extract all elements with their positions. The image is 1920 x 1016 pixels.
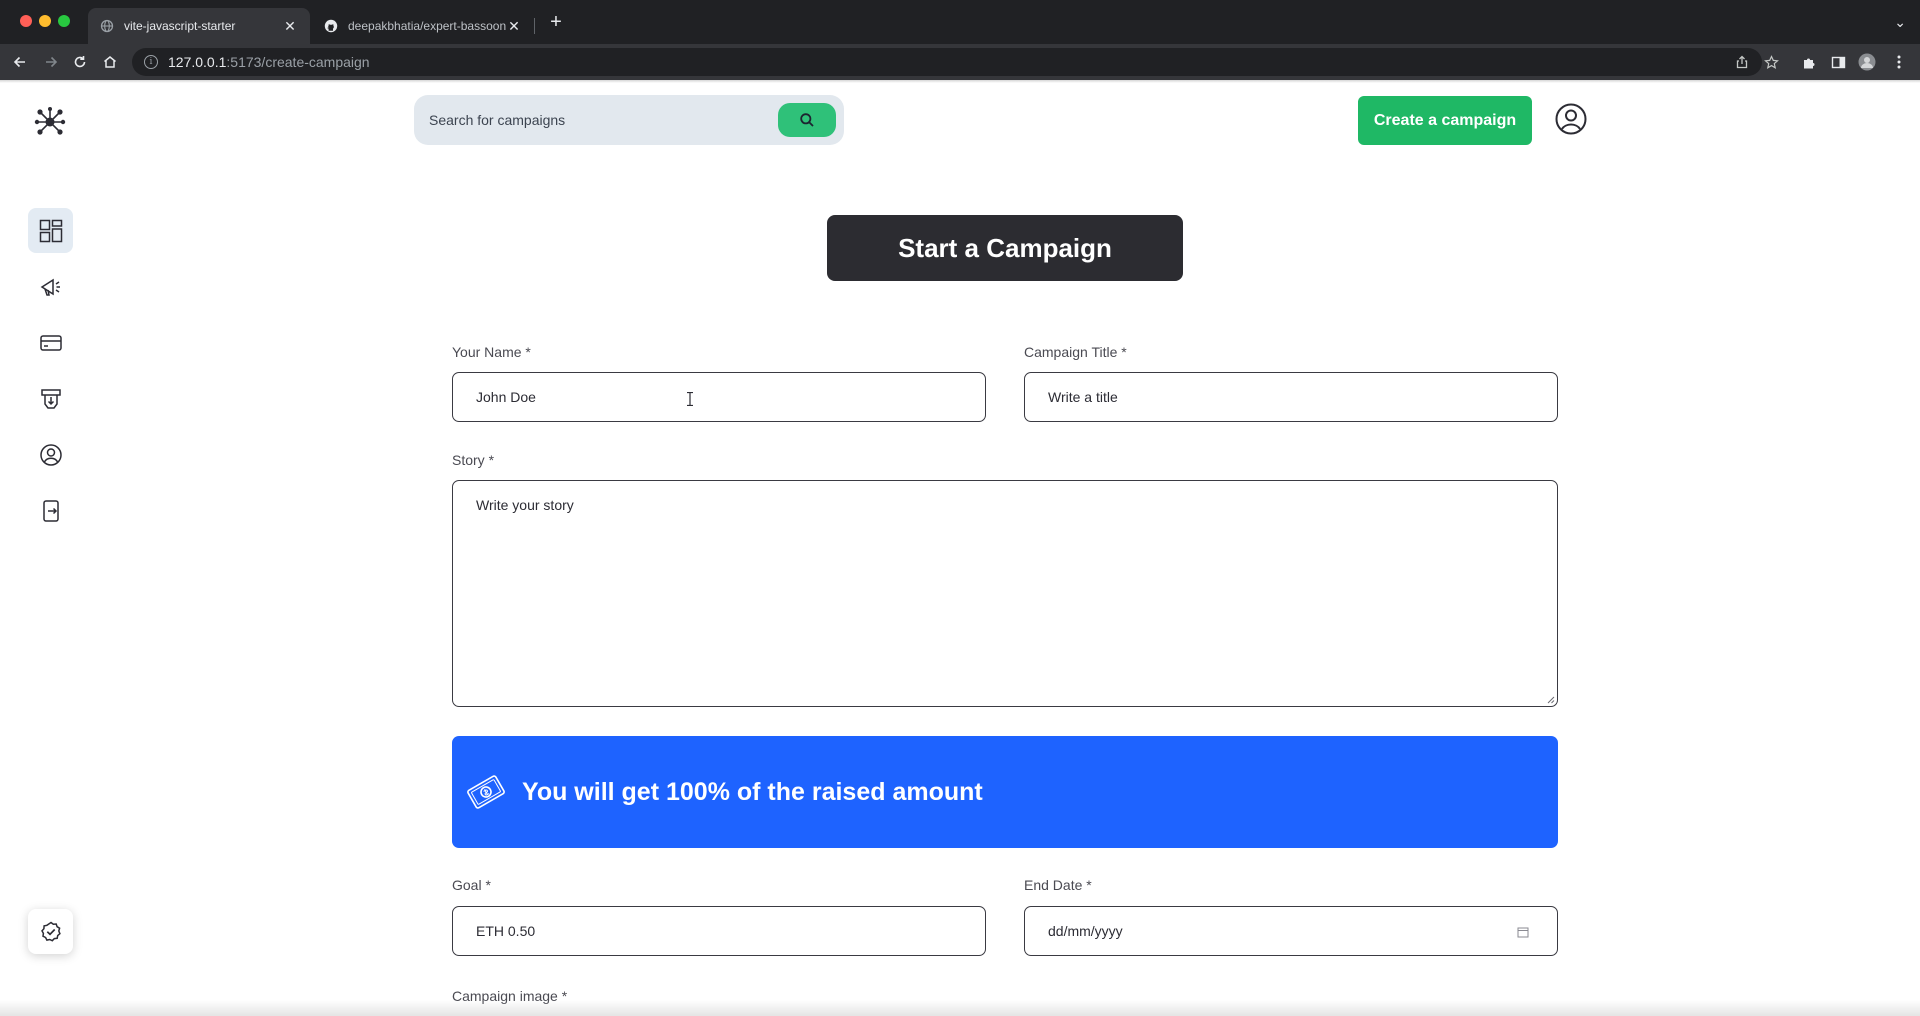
dashboard-icon	[39, 219, 62, 242]
goal-field	[452, 906, 986, 956]
sidebar-item-dashboard[interactable]	[28, 208, 73, 253]
page-title: Start a Campaign	[827, 215, 1183, 281]
new-tab-icon[interactable]: +	[546, 12, 566, 32]
campaign-title-field	[1024, 372, 1558, 422]
tab-title: vite-javascript-starter	[124, 19, 236, 33]
window-zoom-button[interactable]	[58, 15, 70, 27]
page-bottom-fade	[0, 1000, 1920, 1016]
search-icon	[800, 113, 814, 127]
tab-github-expert-bassoon[interactable]: deepakbhatia/expert-bassoon ✕	[312, 8, 534, 44]
logout-icon	[42, 499, 59, 522]
money-icon	[467, 775, 505, 809]
your-name-field	[452, 372, 986, 422]
goal-label: Goal *	[452, 877, 491, 893]
goal-input[interactable]	[476, 923, 935, 939]
tab-separator	[534, 18, 535, 34]
sidebar-item-campaigns[interactable]	[28, 264, 73, 309]
raised-amount-banner: You will get 100% of the raised amount	[452, 736, 1558, 848]
window-minimize-button[interactable]	[39, 15, 51, 27]
user-profile-icon[interactable]	[1555, 103, 1587, 135]
url-host: 127.0.0.1	[168, 54, 227, 70]
globe-icon	[100, 19, 114, 33]
page-top-shadow	[0, 80, 1920, 83]
withdraw-icon	[40, 388, 61, 409]
github-icon	[324, 19, 338, 33]
text-cursor-icon	[687, 392, 693, 406]
calendar-icon[interactable]	[1517, 926, 1529, 938]
end-date-input[interactable]	[1048, 923, 1481, 939]
end-date-label: End Date *	[1024, 877, 1092, 893]
url-path: :5173/create-campaign	[226, 54, 370, 70]
create-campaign-button[interactable]: Create a campaign	[1358, 96, 1532, 145]
profile-icon	[39, 443, 62, 466]
site-info-icon[interactable]: i	[144, 55, 158, 69]
story-field	[452, 480, 1558, 707]
your-name-input[interactable]	[476, 389, 935, 405]
tab-close-icon[interactable]: ✕	[506, 18, 522, 35]
profile-avatar-icon[interactable]	[1858, 53, 1876, 71]
browser-tab-strip: vite-javascript-starter ✕ deepakbhatia/e…	[0, 0, 1920, 44]
tab-vite-javascript-starter[interactable]: vite-javascript-starter ✕	[88, 8, 310, 44]
sidebar-item-payment[interactable]	[28, 320, 73, 365]
bookmark-star-icon[interactable]	[1762, 53, 1780, 71]
search-button[interactable]	[778, 103, 836, 137]
forward-arrow-icon[interactable]	[40, 51, 62, 73]
sidebar-item-verified[interactable]	[28, 909, 73, 954]
home-icon[interactable]	[99, 51, 121, 73]
browser-menu-icon[interactable]	[1890, 53, 1908, 71]
share-icon[interactable]	[1733, 53, 1751, 71]
back-arrow-icon[interactable]	[9, 51, 31, 73]
campaign-title-label: Campaign Title *	[1024, 344, 1127, 360]
banner-text: You will get 100% of the raised amount	[522, 777, 983, 806]
resize-handle-icon[interactable]	[1547, 696, 1555, 704]
story-label: Story *	[452, 452, 495, 468]
megaphone-icon	[40, 278, 60, 296]
your-name-label: Your Name *	[452, 344, 531, 360]
app-logo-icon[interactable]	[34, 106, 66, 138]
verified-check-icon	[40, 921, 61, 942]
address-bar[interactable]: i 127.0.0.1:5173/create-campaign	[132, 48, 1762, 76]
tab-title: deepakbhatia/expert-bassoon	[348, 19, 506, 33]
end-date-field	[1024, 906, 1558, 956]
reload-icon[interactable]	[69, 51, 91, 73]
tab-search-chevron-icon[interactable]: ⌄	[1894, 14, 1906, 31]
window-close-button[interactable]	[20, 15, 32, 27]
sidebar-item-logout[interactable]	[28, 488, 73, 533]
card-icon	[39, 334, 62, 351]
sidebar-item-profile[interactable]	[28, 432, 73, 477]
campaign-title-input[interactable]	[1048, 389, 1507, 405]
search-input[interactable]	[429, 112, 769, 128]
side-panel-icon[interactable]	[1829, 53, 1847, 71]
browser-toolbar: i 127.0.0.1:5173/create-campaign	[0, 44, 1920, 80]
sidebar-item-withdraw[interactable]	[28, 376, 73, 421]
extensions-puzzle-icon[interactable]	[1800, 53, 1818, 71]
story-textarea[interactable]	[476, 497, 1534, 690]
search-bar	[414, 95, 844, 145]
tab-close-icon[interactable]: ✕	[282, 18, 298, 35]
